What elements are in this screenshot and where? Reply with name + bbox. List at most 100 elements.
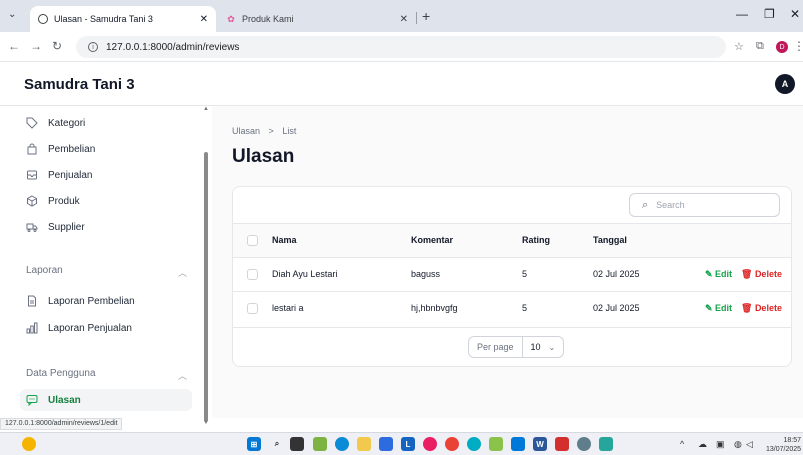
select-all-checkbox[interactable]: [247, 235, 258, 246]
close-window-icon[interactable]: ✕: [790, 7, 800, 21]
url-input[interactable]: i 127.0.0.1:8000/admin/reviews: [76, 36, 726, 58]
sidebar-item-ulasan[interactable]: Ulasan: [20, 389, 192, 411]
per-page-label: Per page: [469, 337, 523, 357]
sidebar-item-laporan-penjualan[interactable]: Laporan Penjualan: [20, 317, 192, 339]
widgets-icon[interactable]: [313, 437, 327, 451]
cube-icon: [26, 195, 38, 207]
cell-tanggal: 02 Jul 2025: [593, 303, 640, 313]
pagination-footer: Per page 10 ⌄: [233, 327, 791, 367]
sidebar-group-data-pengguna[interactable]: Data Pengguna: [26, 368, 96, 379]
brand-title[interactable]: Samudra Tani 3: [24, 76, 135, 93]
close-tab-icon[interactable]: ✕: [200, 14, 208, 25]
scroll-down-icon[interactable]: ▼: [203, 420, 209, 426]
sidebar-item-label: Supplier: [48, 221, 85, 233]
bookmark-star-icon[interactable]: ☆: [734, 40, 744, 53]
profile-avatar[interactable]: D: [776, 41, 788, 53]
search-icon[interactable]: ⌕: [270, 437, 284, 451]
shopping-bag-icon: [26, 143, 38, 155]
row-checkbox[interactable]: [247, 303, 258, 314]
tray-chevron-up-icon[interactable]: ^: [680, 439, 684, 449]
windows-start-icon[interactable]: ⊞: [247, 437, 261, 451]
edit-icon: ✎: [705, 303, 716, 313]
sidebar-item-produk[interactable]: Produk: [20, 190, 192, 212]
sidebar-item-label: Laporan Penjualan: [48, 322, 132, 334]
edge-icon[interactable]: [335, 437, 349, 451]
site-info-icon[interactable]: i: [88, 42, 98, 52]
app-photos-icon[interactable]: [599, 437, 613, 451]
app-header: Samudra Tani 3 A: [0, 62, 803, 106]
sidebar-item-label: Produk: [48, 195, 80, 207]
vscode-icon[interactable]: [511, 437, 525, 451]
column-header-rating[interactable]: Rating: [522, 235, 550, 245]
breadcrumb-item[interactable]: Ulasan: [232, 126, 260, 136]
settings-gear-icon[interactable]: [577, 437, 591, 451]
bar-chart-icon: [26, 322, 38, 334]
column-header-nama[interactable]: Nama: [272, 235, 297, 245]
sidebar-item-penjualan[interactable]: Penjualan: [20, 164, 192, 186]
column-header-komentar[interactable]: Komentar: [411, 235, 453, 245]
maximize-icon[interactable]: ❐: [764, 7, 775, 21]
word-icon[interactable]: W: [533, 437, 547, 451]
table-row: lestari a hj,hbnbvgfg 5 02 Jul 2025 ✎ Ed…: [233, 291, 791, 325]
edit-label: Edit: [715, 303, 733, 313]
forward-icon[interactable]: →: [30, 39, 42, 53]
sidebar-item-pembelian[interactable]: Pembelian: [20, 138, 192, 160]
network-icon[interactable]: ◍: [734, 439, 742, 450]
chat-bubble-icon: [26, 394, 38, 406]
chevron-up-icon[interactable]: ︿: [178, 266, 187, 279]
sidebar-item-label: Penjualan: [48, 169, 93, 181]
tab-title: Produk Kami: [242, 14, 294, 24]
file-explorer-icon[interactable]: [357, 437, 371, 451]
column-header-tanggal[interactable]: Tanggal: [593, 235, 627, 245]
breadcrumb-item: List: [282, 126, 297, 136]
volume-icon[interactable]: ◁: [746, 439, 753, 450]
search-input[interactable]: ⌕ Search: [629, 193, 780, 217]
clock-date: 13/07/2025: [766, 446, 802, 453]
app-teal-icon[interactable]: [467, 437, 481, 451]
sidebar-item-kategori[interactable]: Kategori: [20, 112, 192, 134]
table-row: Diah Ayu Lestari baguss 5 02 Jul 2025 ✎ …: [233, 257, 791, 291]
back-icon[interactable]: ←: [8, 39, 20, 53]
pdf-icon[interactable]: [555, 437, 569, 451]
sidebar-scrollbar[interactable]: ▲ ▼: [203, 106, 209, 426]
app-pink-icon[interactable]: [423, 437, 437, 451]
url-text: 127.0.0.1:8000/admin/reviews: [106, 41, 240, 53]
chrome-icon[interactable]: [445, 437, 459, 451]
extensions-icon[interactable]: ⧉: [756, 40, 764, 53]
store-icon[interactable]: [379, 437, 393, 451]
xampp-icon[interactable]: [489, 437, 503, 451]
minimize-icon[interactable]: —: [736, 7, 748, 21]
app-l-icon[interactable]: L: [401, 437, 415, 451]
reload-icon[interactable]: ↻: [52, 39, 62, 53]
scrollbar-thumb[interactable]: [204, 152, 208, 422]
browser-menu-icon[interactable]: ⋮: [793, 39, 803, 53]
sidebar-item-laporan-pembelian[interactable]: Laporan Pembelian: [20, 290, 192, 312]
tray-app-icon[interactable]: ▣: [716, 439, 725, 450]
taskbar-clock[interactable]: 18:57 13/07/2025: [766, 436, 801, 454]
sidebar-item-label: Ulasan: [48, 394, 81, 406]
browser-tab-active[interactable]: Ulasan - Samudra Tani 3 ✕: [30, 6, 216, 32]
delete-button[interactable]: 🗑 Delete: [741, 303, 782, 314]
per-page-select[interactable]: Per page 10 ⌄: [468, 336, 565, 358]
tray-cloud-icon[interactable]: ☁: [698, 439, 707, 450]
chevron-up-icon[interactable]: ︿: [178, 369, 187, 382]
tab-search-icon[interactable]: ⌄: [8, 9, 16, 20]
edit-button[interactable]: ✎ Edit: [705, 269, 732, 280]
user-avatar[interactable]: A: [775, 74, 795, 94]
scroll-up-icon[interactable]: ▲: [203, 106, 209, 112]
edit-label: Edit: [715, 269, 733, 279]
close-tab-icon[interactable]: ✕: [400, 14, 408, 25]
row-checkbox[interactable]: [247, 269, 258, 280]
edit-button[interactable]: ✎ Edit: [705, 303, 732, 314]
new-tab-icon[interactable]: +: [422, 8, 430, 24]
weather-icon[interactable]: [22, 437, 36, 451]
page-title: Ulasan: [232, 146, 295, 167]
search-placeholder: Search: [656, 200, 685, 210]
address-bar: ← → ↻ i 127.0.0.1:8000/admin/reviews ☆ ⧉…: [0, 32, 803, 62]
cell-tanggal: 02 Jul 2025: [593, 269, 640, 279]
browser-tab-inactive[interactable]: ✿ Produk Kami ✕: [218, 6, 416, 32]
sidebar-item-supplier[interactable]: Supplier: [20, 216, 192, 238]
task-view-icon[interactable]: [290, 437, 304, 451]
delete-button[interactable]: 🗑 Delete: [741, 269, 782, 280]
sidebar-group-laporan[interactable]: Laporan: [26, 265, 63, 276]
